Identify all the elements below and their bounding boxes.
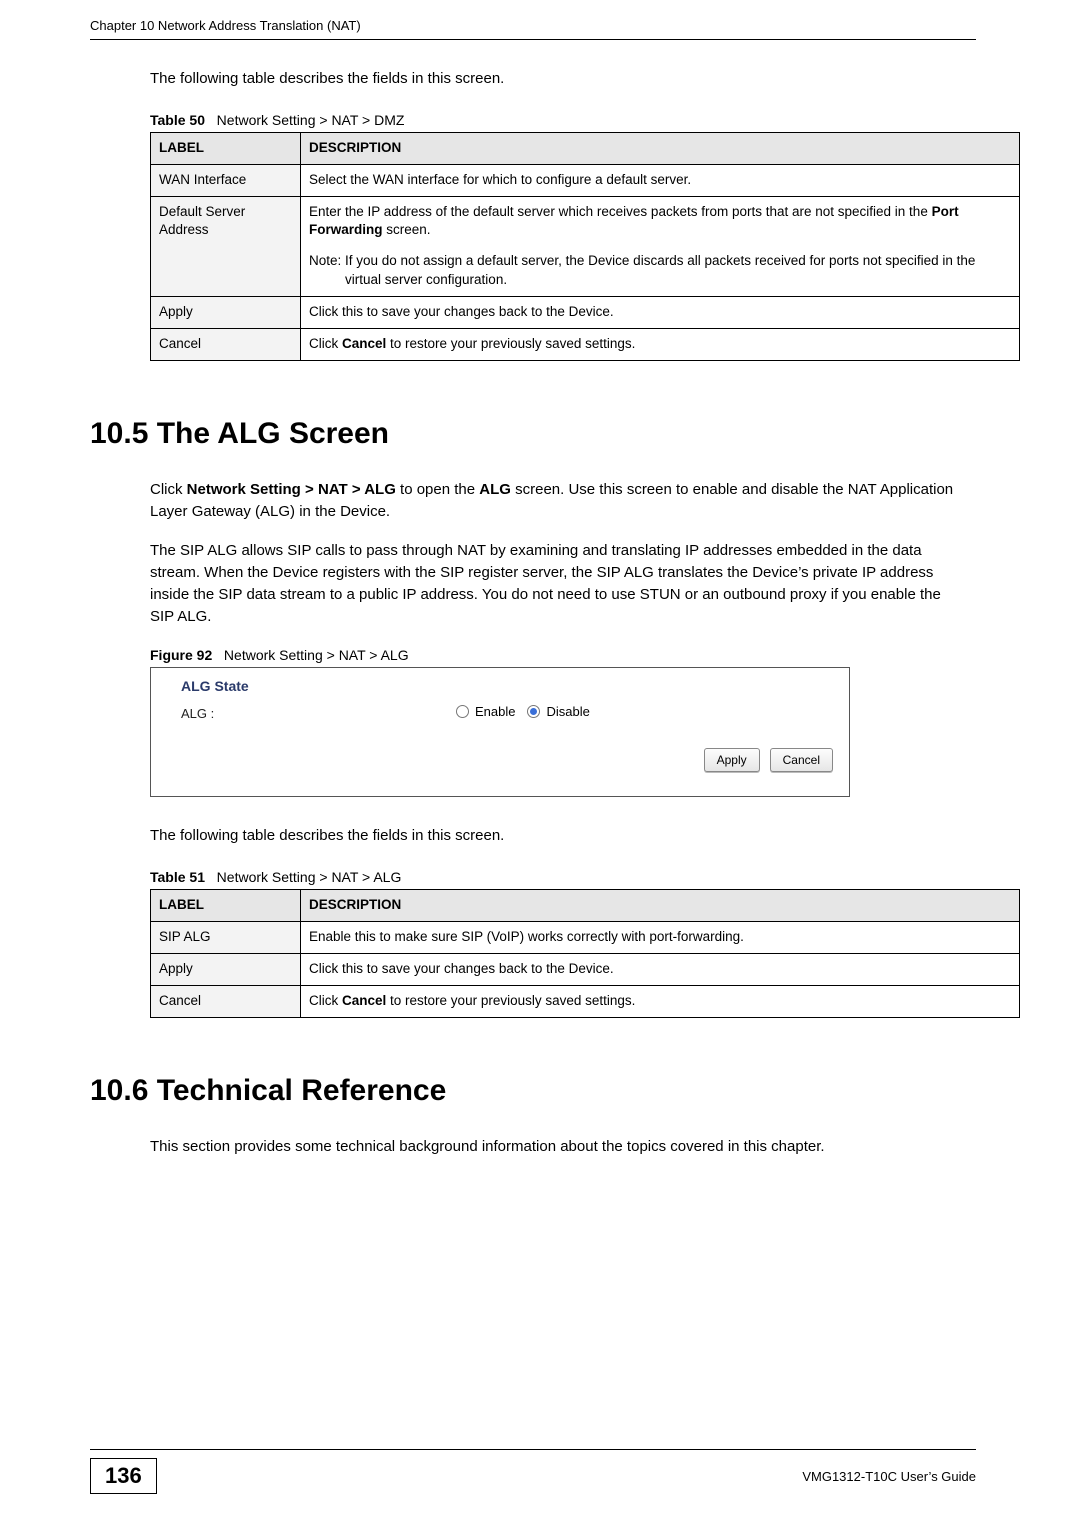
section-10-5-para-2: The SIP ALG allows SIP calls to pass thr…	[90, 540, 976, 627]
table-row: SIP ALG Enable this to make sure SIP (Vo…	[151, 922, 1020, 954]
table-cell-label: WAN Interface	[151, 164, 301, 196]
alg-row-label: ALG :	[181, 706, 214, 721]
section-10-5-heading: 10.5 The ALG Screen	[90, 417, 976, 451]
table-cell-desc: Click Cancel to restore your previously …	[301, 328, 1020, 360]
table-row: Cancel Click Cancel to restore your prev…	[151, 328, 1020, 360]
guide-name: VMG1312-T10C User’s Guide	[802, 1469, 976, 1484]
page-number: 136	[90, 1458, 157, 1494]
table-51: LABEL DESCRIPTION SIP ALG Enable this to…	[150, 889, 1020, 1018]
intro-text-1: The following table describes the fields…	[90, 68, 976, 90]
desc-bold: Cancel	[342, 336, 386, 351]
table-cell-desc: Click this to save your changes back to …	[301, 953, 1020, 985]
alg-state-heading: ALG State	[181, 678, 249, 694]
apply-button[interactable]: Apply	[704, 748, 760, 772]
table-header-row: LABEL DESCRIPTION	[151, 890, 1020, 922]
table-row: Apply Click this to save your changes ba…	[151, 953, 1020, 985]
table-cell-label: SIP ALG	[151, 922, 301, 954]
table-header-row: LABEL DESCRIPTION	[151, 132, 1020, 164]
table-cell-label: Apply	[151, 297, 301, 329]
table-50-caption: Table 50 Network Setting > NAT > DMZ	[90, 112, 976, 128]
alg-enable-radio[interactable]	[456, 705, 469, 718]
cancel-button[interactable]: Cancel	[770, 748, 833, 772]
table-cell-desc: Click this to save your changes back to …	[301, 297, 1020, 329]
para-bold: Network Setting > NAT > ALG	[187, 481, 396, 498]
desc-bold: Cancel	[342, 993, 386, 1008]
table-50-title: Network Setting > NAT > DMZ	[217, 112, 405, 128]
figure-92-number: Figure 92	[150, 647, 212, 663]
para-text: Click	[150, 481, 187, 498]
para-text: to open the	[396, 481, 479, 498]
desc-pre: Click	[309, 336, 342, 351]
table-51-head-label: LABEL	[151, 890, 301, 922]
intro-text-2: The following table describes the fields…	[90, 825, 976, 847]
table-51-head-desc: DESCRIPTION	[301, 890, 1020, 922]
table-cell-label: Default Server Address	[151, 196, 301, 297]
table-50: LABEL DESCRIPTION WAN Interface Select t…	[150, 132, 1020, 361]
table-cell-desc: Select the WAN interface for which to co…	[301, 164, 1020, 196]
table-row: Apply Click this to save your changes ba…	[151, 297, 1020, 329]
table-row: Cancel Click Cancel to restore your prev…	[151, 985, 1020, 1017]
table-51-number: Table 51	[150, 869, 205, 885]
desc-tail: screen.	[383, 222, 431, 237]
alg-enable-label: Enable	[475, 704, 515, 719]
table-cell-desc: Click Cancel to restore your previously …	[301, 985, 1020, 1017]
section-10-5-para-1: Click Network Setting > NAT > ALG to ope…	[90, 479, 976, 523]
figure-92-caption: Figure 92 Network Setting > NAT > ALG	[90, 647, 976, 663]
para-bold: ALG	[479, 481, 511, 498]
table-cell-label: Cancel	[151, 985, 301, 1017]
table-cell-desc: Enable this to make sure SIP (VoIP) work…	[301, 922, 1020, 954]
desc-note: Note: If you do not assign a default ser…	[309, 252, 1011, 290]
table-row: Default Server Address Enter the IP addr…	[151, 196, 1020, 297]
table-cell-label: Cancel	[151, 328, 301, 360]
header-rule	[90, 39, 976, 40]
section-10-6-heading: 10.6 Technical Reference	[90, 1074, 976, 1108]
table-50-number: Table 50	[150, 112, 205, 128]
alg-radio-group: Enable Disable	[456, 704, 590, 719]
chapter-header: Chapter 10 Network Address Translation (…	[90, 18, 361, 33]
desc-post: to restore your previously saved setting…	[386, 336, 635, 351]
desc-post: to restore your previously saved setting…	[386, 993, 635, 1008]
table-row: WAN Interface Select the WAN interface f…	[151, 164, 1020, 196]
desc-pre: Click	[309, 993, 342, 1008]
table-51-title: Network Setting > NAT > ALG	[217, 869, 402, 885]
alg-disable-radio[interactable]	[527, 705, 540, 718]
desc-text: Enter the IP address of the default serv…	[309, 204, 932, 219]
table-50-head-label: LABEL	[151, 132, 301, 164]
footer-rule	[90, 1449, 976, 1450]
figure-92-panel: ALG State ALG : Enable Disable Apply Can…	[150, 667, 850, 797]
section-10-6-para: This section provides some technical bac…	[90, 1136, 976, 1158]
table-cell-desc: Enter the IP address of the default serv…	[301, 196, 1020, 297]
alg-disable-label: Disable	[546, 704, 589, 719]
table-50-head-desc: DESCRIPTION	[301, 132, 1020, 164]
table-cell-label: Apply	[151, 953, 301, 985]
table-51-caption: Table 51 Network Setting > NAT > ALG	[90, 869, 976, 885]
figure-92-title: Network Setting > NAT > ALG	[224, 647, 409, 663]
